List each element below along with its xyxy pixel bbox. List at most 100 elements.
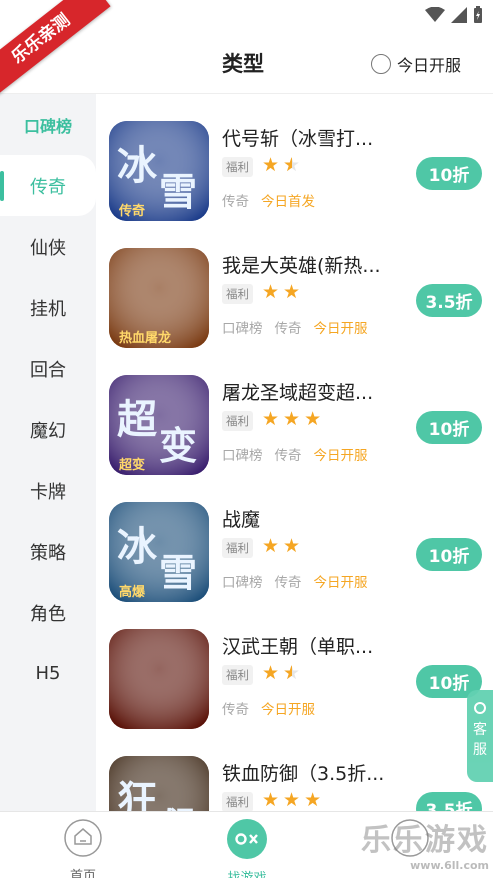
active-indicator	[0, 171, 4, 201]
customer-service-label: 客服	[473, 722, 487, 758]
icon-caption: 传奇	[118, 203, 145, 219]
rating-stars: ★ ★	[262, 281, 300, 303]
discount-button[interactable]: 10折	[416, 411, 482, 444]
star-icon: ★	[283, 281, 301, 303]
icon-caption: 高爆	[119, 584, 146, 600]
sidebar-item[interactable]: 卡牌	[0, 460, 96, 521]
sidebar-item-label: 卡牌	[30, 481, 66, 503]
sidebar-item[interactable]: 角色	[0, 582, 96, 643]
sidebar-item[interactable]: 挂机	[0, 277, 96, 338]
today-open-toggle[interactable]: 今日开服	[371, 52, 461, 76]
game-row[interactable]: 热血屠龙 我是大英雄(新热... 福利 ★ ★ 口碑榜 传奇 今日开服 3.5折	[96, 221, 493, 348]
game-name: 战魔	[222, 509, 261, 531]
icon-caption: 超变	[119, 457, 145, 473]
discount-button[interactable]: 3.5折	[416, 792, 482, 811]
welfare-badge: 福利	[222, 284, 253, 304]
star-icon: ★	[283, 789, 301, 811]
star-icon: ★	[262, 662, 280, 684]
nav-find-games[interactable]: 找游戏	[207, 818, 287, 878]
game-icon: 狂飙传奇	[109, 756, 209, 811]
game-tag: 今日开服	[313, 448, 368, 464]
sidebar-item-label: 魔幻	[30, 420, 66, 442]
nav-home[interactable]: 首页	[43, 818, 123, 878]
sidebar-item[interactable]: 口碑榜	[0, 94, 96, 155]
sidebar-item[interactable]: 传奇	[0, 155, 96, 216]
game-name: 铁血防御（3.5折...	[222, 763, 385, 785]
icon-glyph-2: 飙	[159, 804, 197, 811]
icon-glyph-1: 冰	[117, 142, 158, 189]
rating-stars: ★ ★	[262, 535, 300, 557]
game-row[interactable]: 狂飙传奇铁血防御（3.5折...福利★★★3.5折	[96, 729, 493, 811]
gamepad-icon	[227, 819, 267, 859]
star-icon: ★	[304, 408, 322, 430]
game-tag: 今日开服	[313, 575, 368, 591]
discount-button[interactable]: 10折	[416, 157, 482, 190]
game-tag: 传奇	[222, 194, 249, 210]
customer-service-button[interactable]: 客服	[467, 690, 493, 782]
star-icon: ★	[283, 408, 301, 430]
game-icon	[109, 629, 209, 729]
game-tag: 今日开服	[313, 321, 368, 337]
sidebar-item-label: H5	[35, 663, 61, 684]
icon-glyph-2: 变	[159, 423, 197, 468]
icon-glyph-1: 超	[117, 396, 158, 443]
sidebar-item-label: 口碑榜	[23, 116, 72, 136]
sidebar-item-label: 传奇	[30, 176, 66, 198]
signal-icon	[451, 7, 467, 23]
game-row[interactable]: 汉武王朝（单职...福利★★传奇今日开服10折	[96, 602, 493, 729]
game-list[interactable]: 冰雪传奇代号斩（冰雪打...福利★★传奇今日首发10折热血屠龙我是大英雄(新热.…	[96, 94, 493, 811]
game-icon: 超变超变	[109, 375, 209, 475]
sidebar-item[interactable]: 回合	[0, 338, 96, 399]
game-tag: 口碑榜	[222, 575, 263, 591]
battery-icon	[474, 6, 482, 23]
welfare-badge: 福利	[222, 538, 253, 558]
game-tags: 口碑榜 传奇 今日开服	[222, 317, 368, 337]
welfare-badge: 福利	[222, 665, 253, 685]
welfare-badge: 福利	[222, 157, 253, 177]
home-icon	[64, 819, 102, 857]
game-icon: 热血屠龙	[109, 248, 209, 348]
page-header: 类型 今日开服	[0, 34, 493, 94]
category-sidebar: 口碑榜传奇仙侠 挂机 回合魔幻卡牌策略角色 H5	[0, 94, 96, 811]
icon-glyph-1: 狂	[117, 777, 157, 811]
headset-icon	[474, 702, 486, 714]
icon-glyph-2: 雪	[159, 550, 197, 595]
icon-glyph-2: 雪	[159, 169, 197, 214]
star-icon: ★	[304, 789, 322, 811]
star-icon: ★	[262, 154, 280, 176]
game-tags: 口碑榜 传奇 今日开服	[222, 571, 368, 591]
game-row[interactable]: 冰雪传奇代号斩（冰雪打...福利★★传奇今日首发10折	[96, 94, 493, 221]
sidebar-item[interactable]: 魔幻	[0, 399, 96, 460]
game-name: 汉武王朝（单职...	[222, 636, 374, 658]
game-tag: 传奇	[274, 321, 302, 337]
game-icon: 冰雪传奇	[109, 121, 209, 221]
sidebar-item[interactable]: 策略	[0, 521, 96, 582]
game-tags: 口碑榜 传奇 今日开服	[222, 444, 368, 464]
star-icon: ★	[262, 789, 280, 811]
watermark: 乐乐游戏 www.6ll.com	[361, 815, 489, 872]
discount-button[interactable]: 3.5折	[416, 284, 482, 317]
nav-home-label: 首页	[69, 869, 96, 878]
welfare-badge: 福利	[222, 411, 253, 431]
game-name: 我是大英雄(新热...	[222, 255, 381, 277]
watermark-url: www.6ll.com	[410, 859, 489, 872]
game-tags: 传奇 今日开服	[222, 698, 315, 718]
app-screen: 乐乐亲测 类型 今日开服 口碑榜 传奇 仙侠 挂机 回合 魔幻 卡牌 策略 角色 H5 冰雪传奇代…	[0, 0, 493, 878]
game-tags: 传奇 今日首发	[222, 190, 315, 210]
game-name: 代号斩（冰雪打...	[222, 128, 374, 150]
icon-caption: 热血屠龙	[119, 330, 171, 346]
status-icons	[425, 6, 483, 24]
game-row[interactable]: 冰雪高爆 战魔 福利 ★ ★ 口碑榜 传奇 今日开服 10折	[96, 475, 493, 602]
game-tag: 口碑榜	[222, 448, 263, 464]
radio-icon	[371, 54, 391, 74]
sidebar-item[interactable]: H5	[0, 643, 96, 704]
game-tag: 今日首发	[261, 194, 315, 210]
star-icon: ★	[262, 408, 280, 430]
wifi-icon	[425, 7, 445, 22]
sidebar-item[interactable]: 仙侠	[0, 216, 96, 277]
rating-stars: ★ ★	[262, 662, 300, 684]
game-row[interactable]: 超变超变 屠龙圣域超变超... 福利 ★ ★ ★ 口碑榜 传奇 今日开服 10折	[96, 348, 493, 475]
discount-button[interactable]: 10折	[416, 538, 482, 571]
sidebar-item-label: 角色	[30, 603, 66, 625]
star-icon: ★	[262, 281, 280, 303]
